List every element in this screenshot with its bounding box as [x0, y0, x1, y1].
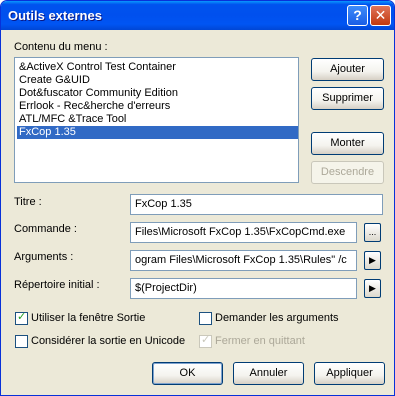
help-button[interactable]: ? — [347, 5, 368, 26]
prompt-arguments-checkbox[interactable] — [199, 312, 212, 325]
unicode-output-label[interactable]: Considérer la sortie en Unicode — [31, 335, 185, 347]
close-on-exit-checkbox[interactable]: ✓ — [199, 334, 212, 348]
arrow-right-icon: ▶ — [369, 255, 376, 265]
list-item[interactable]: Dot&fuscator Community Edition — [17, 87, 298, 100]
check-icon: ✓ — [17, 311, 27, 323]
arguments-field[interactable]: ogram Files\Microsoft FxCop 1.35\Rules" … — [130, 250, 357, 271]
window-title: Outils externes — [8, 8, 102, 23]
command-field[interactable]: Files\Microsoft FxCop 1.35\FxCopCmd.exe — [130, 222, 357, 243]
close-on-exit-label[interactable]: Fermer en quittant — [215, 335, 305, 347]
close-button[interactable]: ✕ — [370, 5, 391, 26]
arrow-right-icon: ▶ — [369, 283, 376, 293]
arguments-label: Arguments : — [14, 251, 74, 263]
command-label: Commande : — [14, 223, 77, 235]
check-icon: ✓ — [201, 334, 211, 346]
remove-button[interactable]: Supprimer — [311, 87, 384, 110]
initial-directory-field[interactable]: $(ProjectDir) — [130, 278, 357, 299]
unicode-output-checkbox[interactable] — [15, 335, 28, 348]
list-item[interactable]: &ActiveX Control Test Container — [17, 61, 298, 74]
move-down-button[interactable]: Descendre — [311, 161, 384, 184]
initial-directory-label: Répertoire initial : — [14, 279, 100, 291]
move-up-button[interactable]: Monter — [311, 132, 384, 155]
ok-button[interactable]: OK — [152, 362, 223, 385]
cancel-button[interactable]: Annuler — [233, 362, 304, 385]
list-item[interactable]: Create G&UID — [17, 74, 298, 87]
list-item[interactable]: Errlook - Rec&herche d'erreurs — [17, 100, 298, 113]
list-item-selected[interactable]: FxCop 1.35 — [17, 126, 298, 139]
browse-button[interactable]: ... — [364, 223, 381, 242]
arguments-arrow-button[interactable]: ▶ — [364, 251, 381, 270]
add-button[interactable]: Ajouter — [311, 58, 384, 81]
list-item[interactable]: ATL/MFC &Trace Tool — [17, 113, 298, 126]
directory-arrow-button[interactable]: ▶ — [364, 279, 381, 298]
use-output-window-label[interactable]: Utiliser la fenêtre Sortie — [31, 312, 145, 324]
menu-contents-list[interactable]: &ActiveX Control Test Container Create G… — [14, 57, 299, 183]
title-bar[interactable]: Outils externes ? ✕ — [1, 1, 394, 30]
external-tools-dialog: Outils externes ? ✕ Contenu du menu : &A… — [0, 0, 395, 396]
title-label: Titre : — [14, 196, 42, 208]
use-output-window-checkbox[interactable]: ✓ — [15, 311, 28, 325]
menu-contents-label: Contenu du menu : — [14, 41, 108, 53]
prompt-arguments-label[interactable]: Demander les arguments — [215, 312, 339, 324]
apply-button[interactable]: Appliquer — [314, 362, 385, 385]
title-field[interactable]: FxCop 1.35 — [130, 194, 383, 215]
